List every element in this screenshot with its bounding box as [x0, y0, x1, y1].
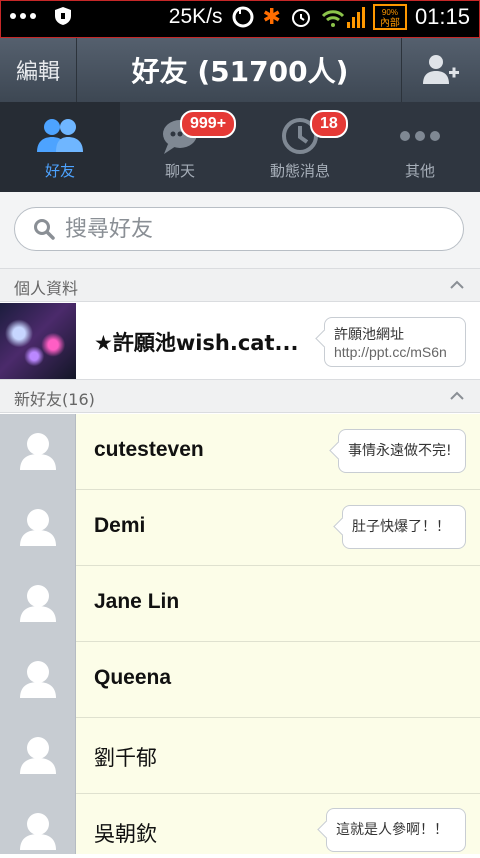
search-area: [0, 192, 480, 268]
sync-icon: [232, 6, 253, 28]
friend-row[interactable]: 吳朝欽 這就是人參啊！！: [0, 794, 480, 854]
page-title: 好友 (51700人): [131, 55, 349, 88]
more-icon: [400, 131, 440, 141]
chevron-up-icon: [450, 391, 464, 400]
tab-timeline[interactable]: 18 動態消息: [240, 102, 360, 192]
bluetooth-icon: ✱: [262, 4, 281, 29]
profile-section-header[interactable]: 個人資料: [0, 268, 480, 302]
friend-name: 劉千郁: [94, 746, 157, 770]
friends-icon: [37, 119, 83, 152]
friend-status: 這就是人參啊！！: [336, 822, 448, 838]
search-icon: [34, 219, 55, 240]
default-avatar-icon: [20, 661, 56, 698]
timeline-badge: 18: [310, 110, 348, 138]
add-friend-icon: [423, 55, 459, 84]
search-input[interactable]: [63, 215, 427, 243]
clock: 01:15: [414, 4, 470, 29]
avatar: [0, 566, 76, 642]
search-box[interactable]: [14, 207, 464, 251]
section-title-text: 新好友: [14, 390, 63, 409]
edit-button[interactable]: 編輯: [0, 38, 77, 102]
profile-name: ★許願池wish.cat...: [94, 331, 299, 355]
default-avatar-icon: [20, 585, 56, 622]
profile-status-line2: http://ppt.cc/mS6n: [334, 344, 447, 360]
friend-name: cutesteven: [94, 438, 204, 461]
friend-status-bubble: 這就是人參啊！！: [326, 808, 466, 852]
friend-row[interactable]: Jane Lin: [0, 566, 480, 642]
avatar: [0, 490, 76, 566]
alarm-icon: [291, 9, 310, 27]
app-header: 編輯 好友 (51700人): [0, 38, 480, 103]
shield-icon: [55, 7, 71, 25]
friend-name: Queena: [94, 666, 172, 689]
chevron-up-icon: [450, 280, 464, 289]
friend-name: Jane Lin: [94, 590, 180, 613]
friend-status: 事情永遠做不完!: [348, 443, 452, 459]
friend-row[interactable]: 劉千郁: [0, 718, 480, 794]
friend-row[interactable]: Demi 肚子快爆了！！: [0, 490, 480, 566]
tab-chat[interactable]: 999+ 聊天: [120, 102, 240, 192]
friend-status-bubble: 事情永遠做不完!: [338, 429, 466, 473]
tab-label: 其他: [404, 162, 435, 180]
friend-row[interactable]: Queena: [0, 642, 480, 718]
section-title: 個人資料: [14, 279, 79, 298]
avatar: [0, 794, 76, 854]
battery-percent: 90%: [381, 8, 398, 17]
network-speed: 25K/s: [168, 5, 223, 28]
tab-label: 好友: [44, 162, 75, 180]
tab-label: 聊天: [164, 162, 195, 180]
signal-icon: [321, 7, 365, 28]
default-avatar-icon: [20, 737, 56, 774]
tab-bar: 好友 999+ 聊天 18 動態消息 其他: [0, 102, 480, 192]
avatar: [0, 414, 76, 490]
friend-status: 肚子快爆了！！: [352, 519, 450, 535]
battery-label: 內部: [379, 18, 400, 29]
profile-photo: [0, 303, 76, 379]
new-friends-section-header[interactable]: 新好友(16): [0, 379, 480, 413]
notification-more-icon: [10, 13, 36, 19]
section-title: 新好友(16): [14, 386, 95, 410]
friend-name: Demi: [94, 514, 146, 537]
my-profile-row[interactable]: ★許願池wish.cat... 許願池網址 http://ppt.cc/mS6n: [0, 303, 480, 379]
new-friends-count: (16): [62, 390, 95, 409]
default-avatar-icon: [20, 433, 56, 470]
default-avatar-icon: [20, 509, 56, 546]
tab-label: 動態消息: [269, 162, 330, 180]
tab-friends[interactable]: 好友: [0, 102, 120, 192]
profile-status-bubble: 許願池網址 http://ppt.cc/mS6n: [324, 317, 466, 367]
battery-icon: 90% 內部: [372, 4, 407, 30]
avatar: [0, 642, 76, 718]
avatar: [0, 718, 76, 794]
friend-status-bubble: 肚子快爆了！！: [342, 505, 466, 549]
status-bar: 25K/s ✱ 90% 內部 01:15: [0, 0, 480, 38]
friend-row[interactable]: cutesteven 事情永遠做不完!: [0, 414, 480, 490]
profile-status-line1: 許願池網址: [334, 327, 404, 343]
add-friend-button[interactable]: [401, 38, 480, 102]
friend-name: 吳朝欽: [94, 822, 157, 846]
tab-more[interactable]: 其他: [360, 102, 480, 192]
chat-badge: 999+: [180, 110, 237, 138]
default-avatar-icon: [20, 813, 56, 850]
